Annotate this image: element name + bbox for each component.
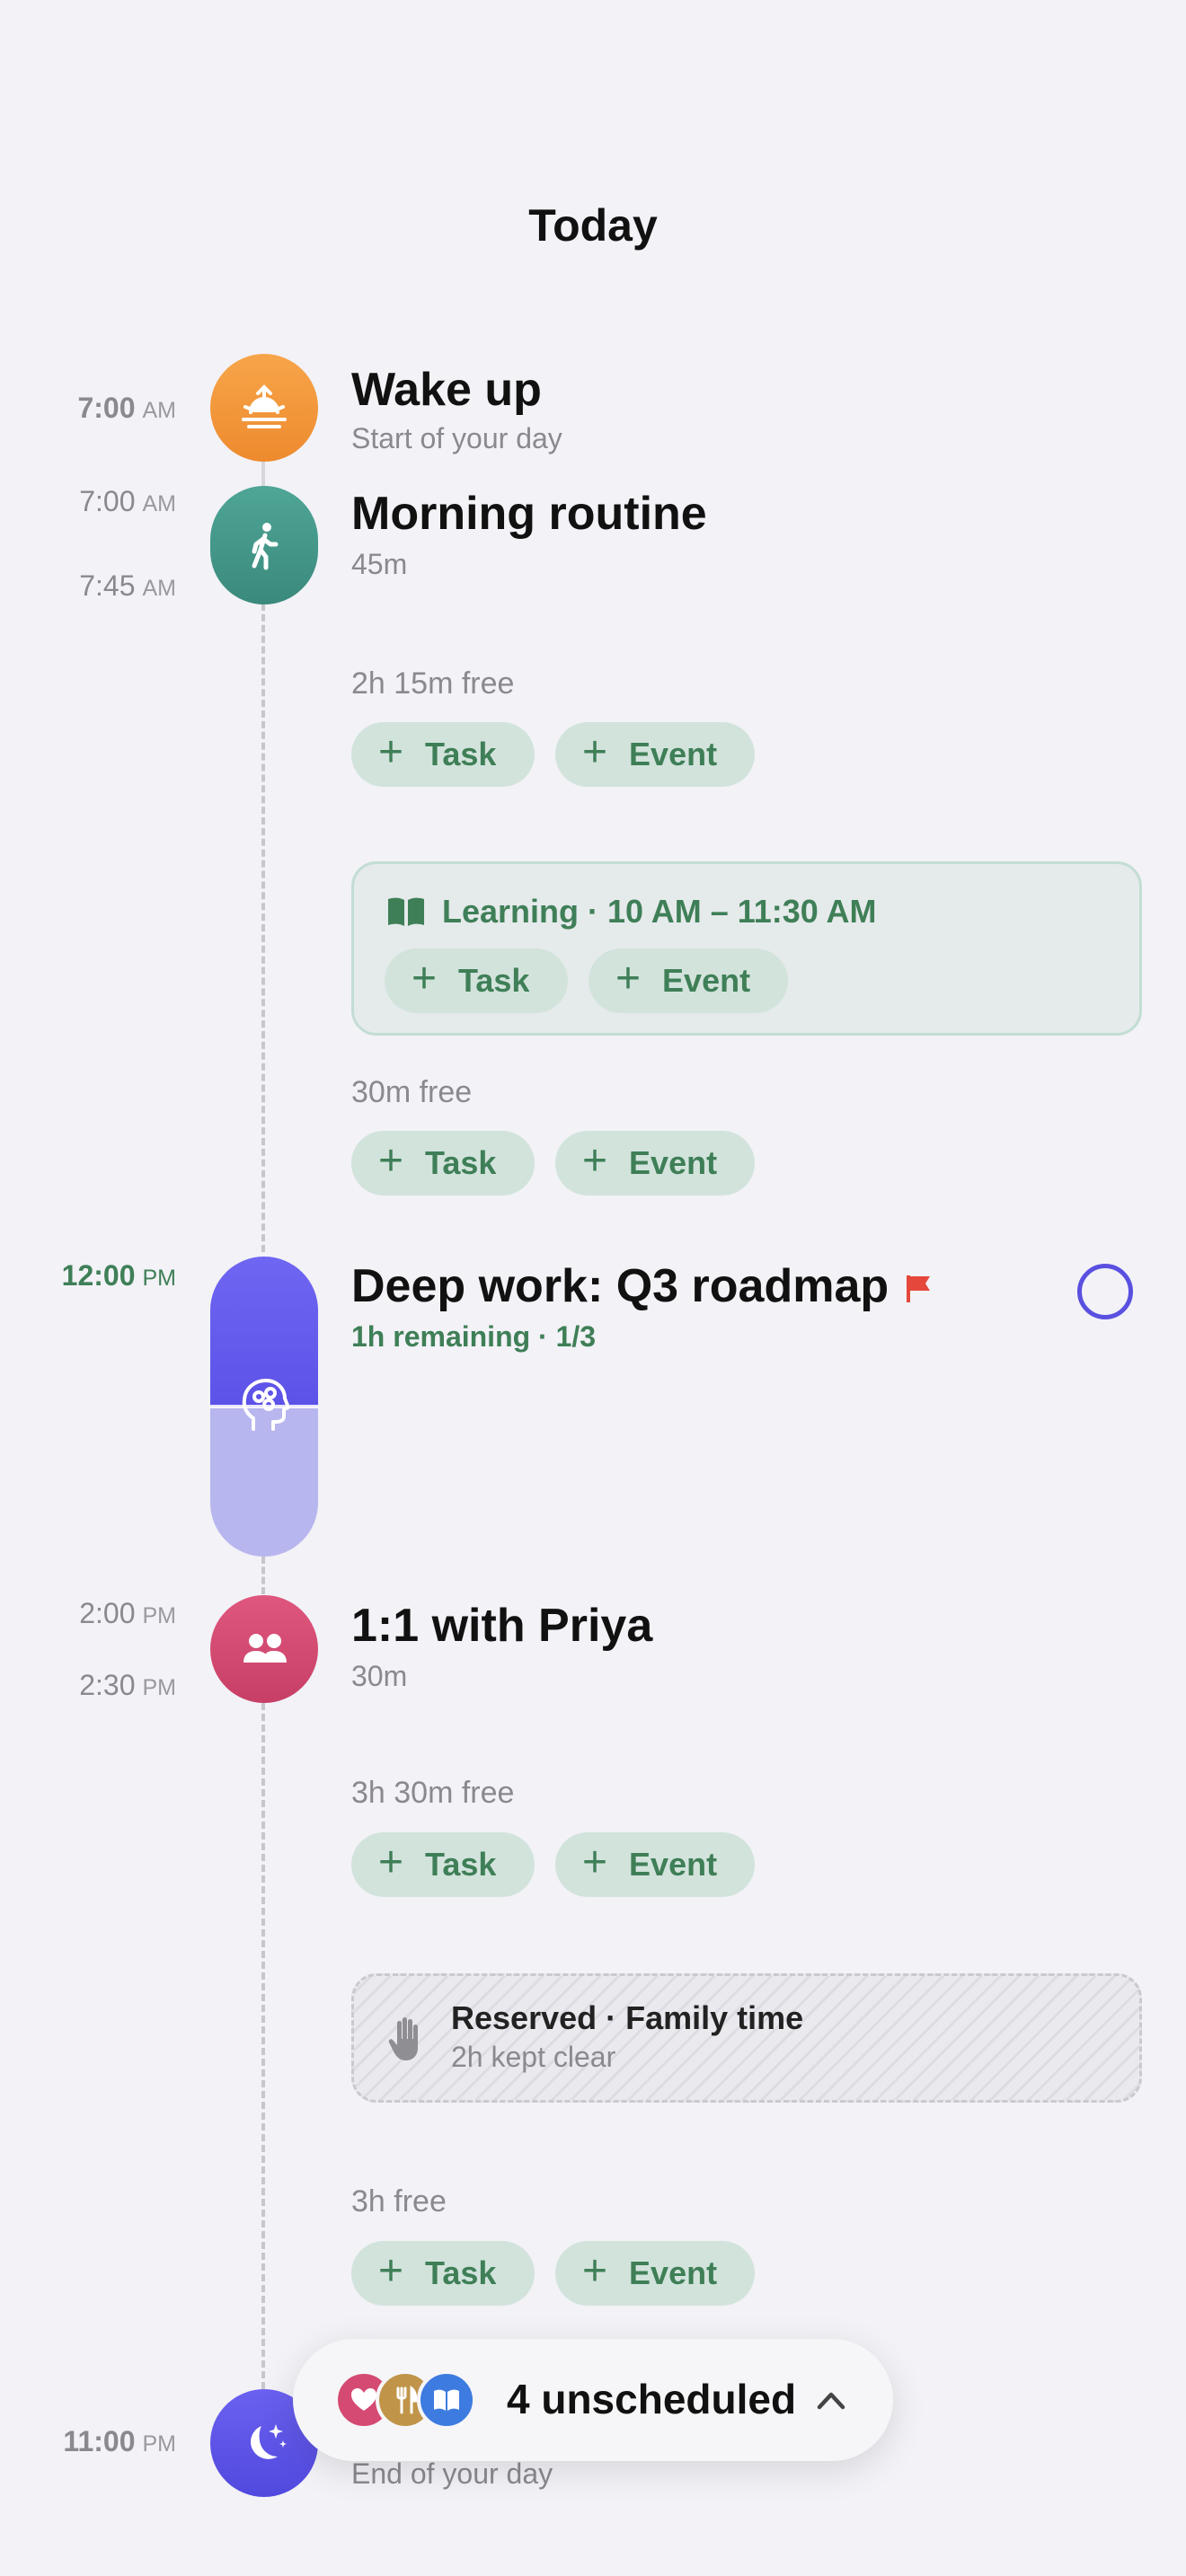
free-time-label: 3h free — [351, 2184, 447, 2219]
learning-add-event-button[interactable]: + Event — [589, 948, 788, 1013]
one-on-one-event-icon[interactable] — [210, 1595, 318, 1703]
time-1on1-start: 2:00 PM — [79, 1597, 176, 1629]
sunrise-icon — [242, 384, 287, 428]
timeline-gap — [261, 1557, 265, 1594]
free-time-label: 3h 30m free — [351, 1776, 515, 1810]
book-icon — [388, 897, 424, 926]
moon-stars-icon — [251, 2424, 287, 2459]
complete-checkbox[interactable] — [1077, 1264, 1133, 1319]
add-task-button[interactable]: + Task — [351, 1832, 535, 1897]
time-1on1-end: 2:30 PM — [79, 1669, 176, 1701]
add-task-button[interactable]: + Task — [351, 1131, 535, 1195]
free-time-label: 30m free — [351, 1075, 473, 1109]
plus-icon: + — [378, 2247, 404, 2295]
chevron-up-icon — [817, 2392, 845, 2410]
plus-icon: + — [378, 1137, 404, 1185]
plus-icon: + — [412, 955, 438, 1002]
timeline-free-gap — [261, 604, 265, 1252]
add-task-button[interactable]: + Task — [351, 2241, 535, 2306]
wake-up-subtitle: Start of your day — [351, 422, 562, 454]
plus-icon: + — [378, 1839, 404, 1886]
reserved-subtitle: 2h kept clear — [451, 2041, 616, 2073]
unscheduled-count-label: 4 unscheduled — [507, 2376, 797, 2422]
unscheduled-item-avatar — [417, 2370, 476, 2430]
one-on-one-duration: 30m — [351, 1660, 408, 1692]
time-wake: 7:00 AM — [77, 392, 176, 424]
learning-time-block[interactable]: Learning · 10 AM – 11:30 AM + Task + Event — [351, 861, 1142, 1036]
reserved-title: Reserved · Family time — [451, 1999, 804, 2036]
add-event-button[interactable]: + Event — [555, 2241, 755, 2306]
people-icon — [243, 1634, 287, 1663]
flag-icon — [907, 1275, 931, 1303]
reserved-family-time-block[interactable]: Reserved · Family time 2h kept clear — [351, 1973, 1142, 2103]
time-deep-work: 12:00 PM — [61, 1259, 176, 1292]
deep-work-remaining: 1h remaining · 1/3 — [351, 1320, 597, 1353]
bedtime-subtitle: End of your day — [351, 2457, 553, 2490]
morning-routine-event-icon[interactable] — [210, 486, 318, 604]
timeline-free-gap — [261, 1703, 265, 2389]
brain-head-icon — [242, 1379, 289, 1431]
add-event-button[interactable]: + Event — [555, 1832, 755, 1897]
wake-up-event-icon[interactable] — [210, 354, 318, 462]
plus-icon: + — [582, 2247, 608, 2295]
time-routine-end: 7:45 AM — [79, 569, 176, 602]
free-time-label: 2h 15m free — [351, 666, 515, 701]
add-event-button[interactable]: + Event — [555, 1131, 755, 1195]
book-icon — [434, 2389, 459, 2411]
heart-icon — [351, 2388, 376, 2411]
walking-person-icon — [252, 523, 279, 570]
fork-knife-icon — [396, 2386, 418, 2414]
plus-icon: + — [582, 728, 608, 776]
plus-icon: + — [378, 728, 404, 776]
unscheduled-tray-button[interactable]: 4 unscheduled — [293, 2339, 893, 2461]
hand-icon — [388, 2017, 418, 2060]
add-event-button[interactable]: + Event — [555, 722, 755, 787]
morning-routine-duration: 45m — [351, 548, 408, 580]
learning-add-task-button[interactable]: + Task — [385, 948, 568, 1013]
plus-icon: + — [615, 955, 642, 1002]
morning-routine-title[interactable]: Morning routine — [351, 487, 707, 541]
learning-block-header: Learning · 10 AM – 11:30 AM — [386, 893, 876, 931]
one-on-one-title[interactable]: 1:1 with Priya — [351, 1599, 652, 1653]
wake-up-title[interactable]: Wake up — [351, 363, 542, 417]
time-bedtime: 11:00 PM — [63, 2425, 176, 2457]
add-task-button[interactable]: + Task — [351, 722, 535, 787]
plus-icon: + — [582, 1137, 608, 1185]
time-routine-start: 7:00 AM — [79, 485, 176, 517]
deep-work-progress-pill[interactable] — [210, 1257, 318, 1557]
plus-icon: + — [582, 1839, 608, 1886]
page-title: Today — [528, 200, 658, 251]
deep-work-title[interactable]: Deep work: Q3 roadmap — [351, 1259, 932, 1313]
